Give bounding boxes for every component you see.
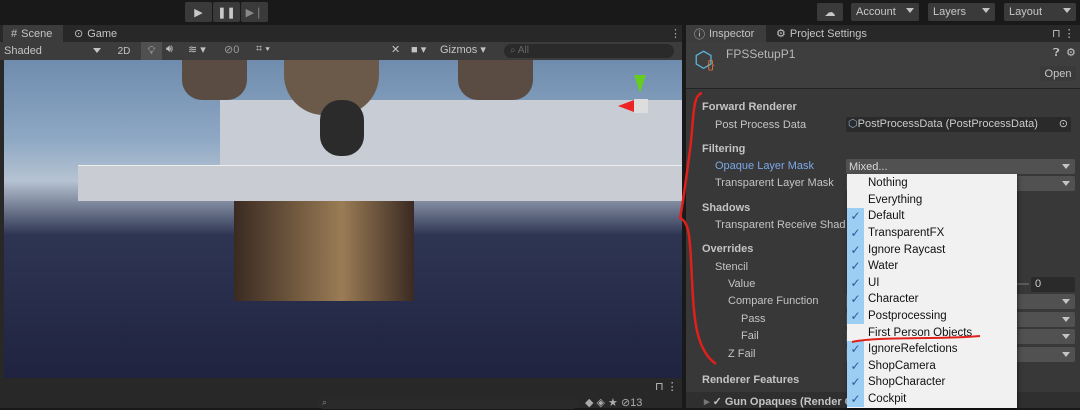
annotation-bracket [678, 91, 717, 366]
red-annotation [678, 91, 981, 366]
annotation-underline [851, 335, 981, 343]
